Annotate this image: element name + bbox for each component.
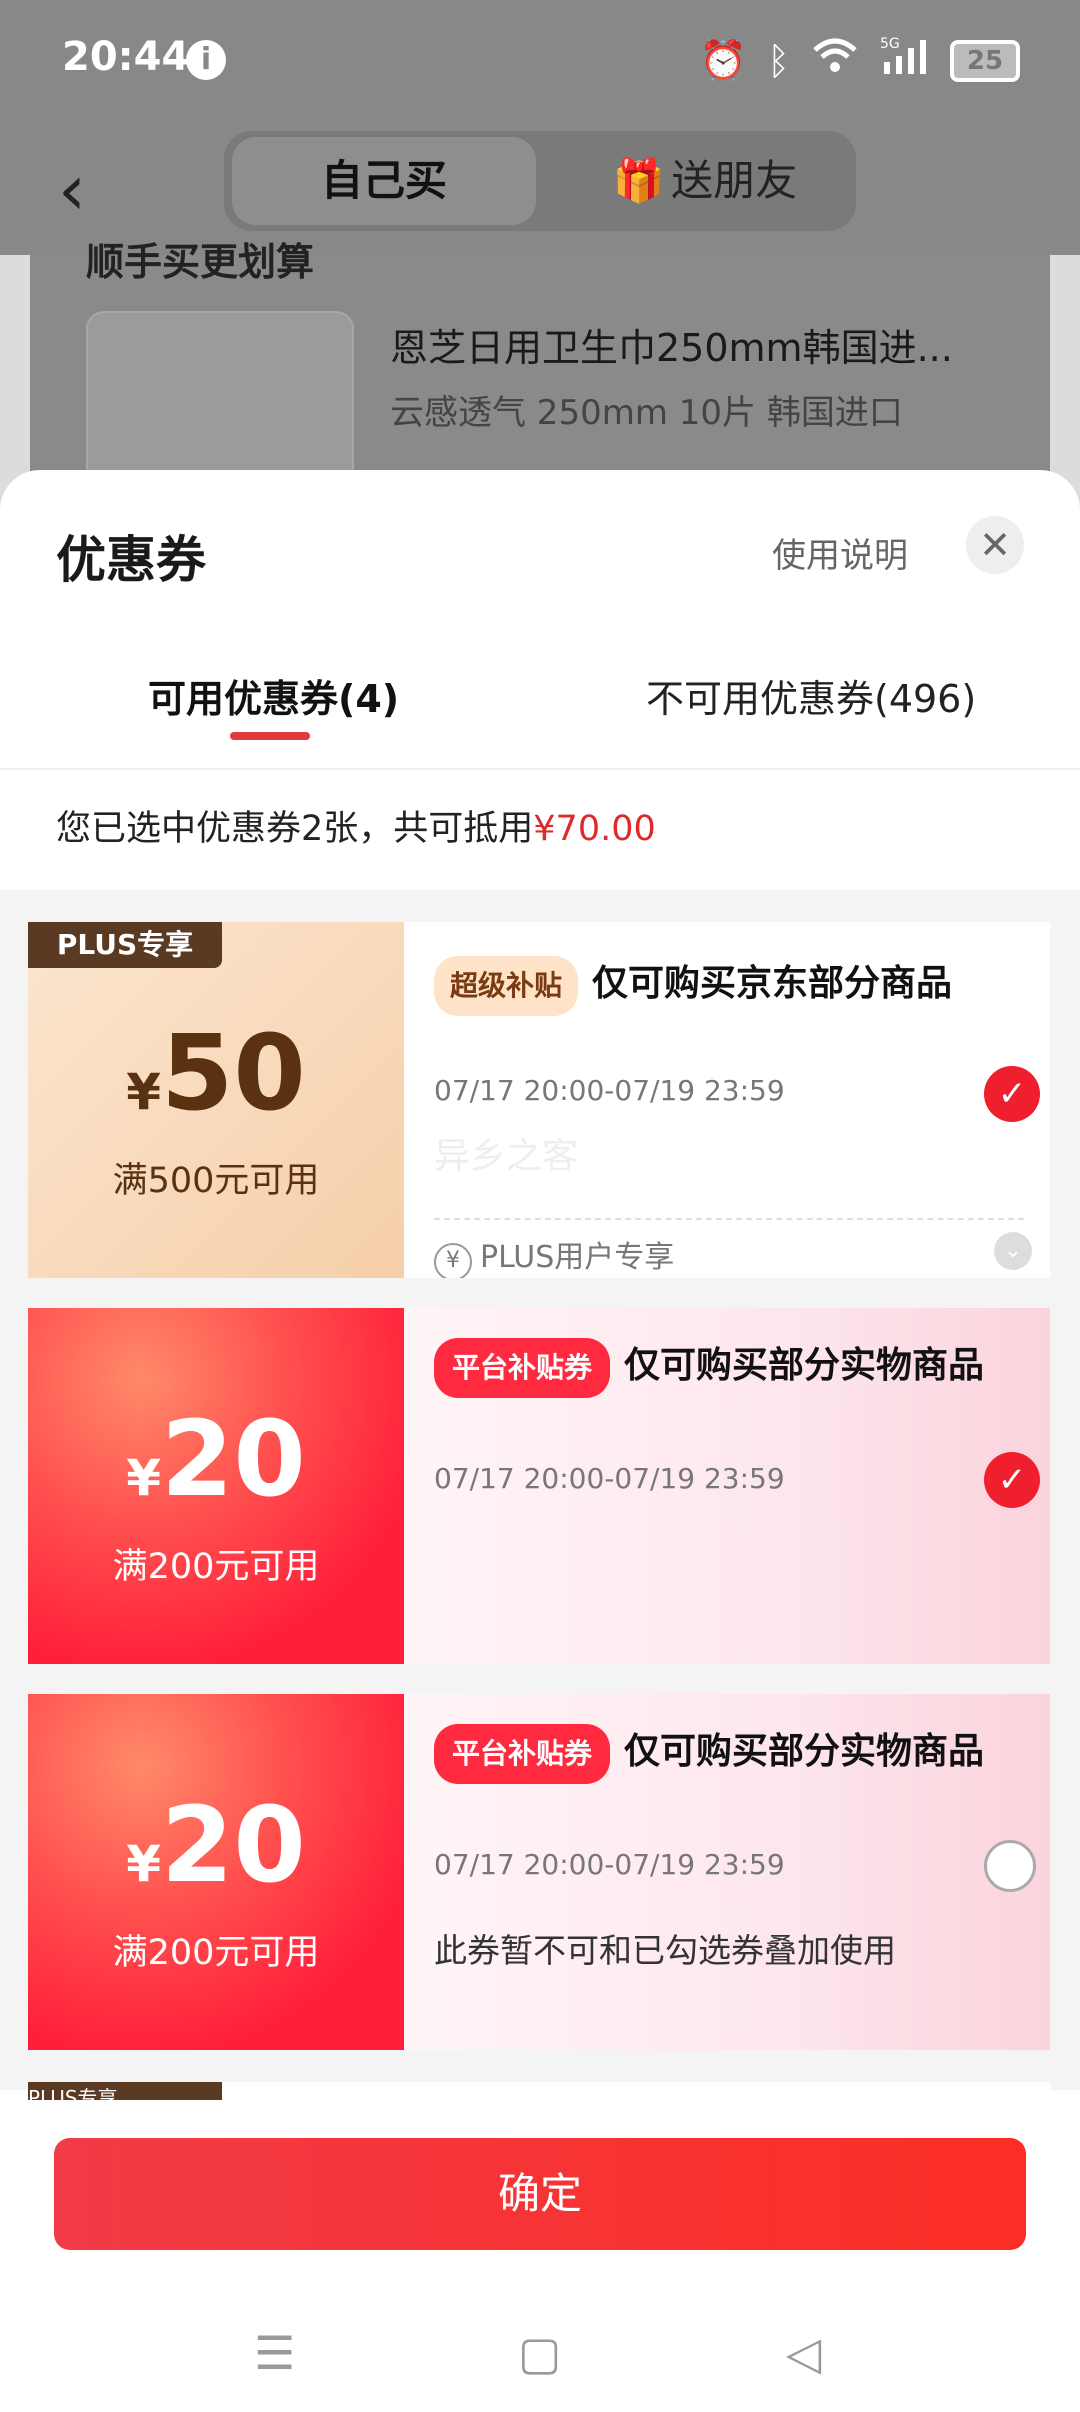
sheet-title: 优惠券 bbox=[56, 531, 206, 589]
coupon-card[interactable]: ¥20 满200元可用 平台补贴券 仅可购买部分实物商品 07/17 20:00-… bbox=[28, 1308, 1050, 1664]
coupon-validity: 07/17 20:00-07/19 23:59 bbox=[434, 1848, 785, 1881]
platform-subsidy-badge: 平台补贴券 bbox=[434, 1338, 611, 1398]
coupon-title-text: 仅可购买部分实物商品 bbox=[624, 1345, 985, 1386]
coupon-checkbox-checked[interactable]: ✓ bbox=[984, 1066, 1040, 1122]
tab-buy-self[interactable]: 自己买 bbox=[232, 137, 536, 225]
platform-subsidy-badge: 平台补贴券 bbox=[434, 1724, 611, 1784]
coupon-checkbox-checked[interactable]: ✓ bbox=[984, 1452, 1040, 1508]
product-name: 恩芝日用卫生巾250mm韩国进... bbox=[390, 326, 953, 370]
coupon-amount: ¥20 bbox=[28, 1398, 404, 1520]
tab-gift-friend-label: 送朋友 bbox=[671, 156, 798, 205]
currency-symbol: ¥ bbox=[126, 1063, 162, 1121]
usage-instructions-link[interactable]: 使用说明 bbox=[772, 528, 908, 577]
svg-text:5G: 5G bbox=[880, 36, 900, 52]
section-title: 顺手买更划算 bbox=[86, 240, 315, 284]
divider bbox=[0, 768, 1080, 770]
coupon-title: 超级补贴 仅可购买京东部分商品 bbox=[434, 956, 994, 1016]
coupon-amount-value: 20 bbox=[161, 1398, 306, 1520]
coupon-title-text: 仅可购买部分实物商品 bbox=[624, 1731, 985, 1772]
selection-summary: 您已选中优惠券2张，共可抵用¥70.00 bbox=[56, 800, 656, 851]
coupon-card[interactable]: ¥20 满200元可用 平台补贴券 仅可购买部分实物商品 07/17 20:00-… bbox=[28, 1694, 1050, 2050]
currency-symbol: ¥ bbox=[126, 1449, 162, 1507]
plus-exclusive-tag: PLUS专享 bbox=[28, 922, 222, 968]
menu-icon[interactable]: ☰ bbox=[254, 2326, 295, 2380]
coupon-amount: ¥20 bbox=[28, 1784, 404, 1906]
back-icon[interactable]: ‹ bbox=[58, 149, 86, 231]
wifi-icon bbox=[810, 36, 860, 85]
status-time: 20:44 bbox=[62, 34, 190, 80]
chevron-down-icon[interactable]: ⌄ bbox=[994, 1232, 1032, 1270]
back-nav-icon[interactable]: ◁ bbox=[786, 2326, 821, 2380]
coupon-condition: 满500元可用 bbox=[112, 1161, 320, 1201]
coupon-condition: 满200元可用 bbox=[112, 1547, 320, 1587]
coupon-info-panel: 平台补贴券 仅可购买部分实物商品 07/17 20:00-07/19 23:59 … bbox=[404, 1308, 1050, 1664]
tab-unavailable-coupons[interactable]: 不可用优惠券(496) bbox=[646, 668, 976, 723]
plus-user-note-text: PLUS用户专享 bbox=[480, 1240, 675, 1275]
battery-icon: 25 bbox=[950, 39, 1020, 82]
info-icon: i bbox=[186, 40, 226, 80]
coupon-value-panel: ¥20 满200元可用 bbox=[28, 1308, 404, 1664]
gift-icon: 🎁 bbox=[612, 156, 666, 205]
coupon-info-panel: 平台补贴券 仅可购买部分实物商品 07/17 20:00-07/19 23:59 … bbox=[404, 1694, 1050, 2050]
coupon-checkbox-unchecked[interactable] bbox=[984, 1840, 1036, 1892]
close-icon[interactable]: ✕ bbox=[966, 516, 1024, 574]
confirm-button[interactable]: 确定 bbox=[54, 2138, 1026, 2250]
home-icon[interactable]: ▢ bbox=[518, 2326, 561, 2380]
coupon-amount-value: 50 bbox=[161, 1012, 306, 1134]
currency-symbol: ¥ bbox=[126, 1835, 162, 1893]
status-bar: 20:44 i ⏰ ᛒ 5G 25 bbox=[0, 0, 1080, 125]
coupon-title-text: 仅可购买京东部分商品 bbox=[592, 963, 953, 1004]
coupon-amount-value: 20 bbox=[161, 1784, 306, 1906]
plus-user-note: ¥ PLUS用户专享 bbox=[434, 1232, 674, 1278]
coupon-condition: 满200元可用 bbox=[112, 1933, 320, 1973]
status-icons: ⏰ ᛒ 5G 25 bbox=[700, 36, 1020, 85]
bluetooth-icon: ᛒ bbox=[767, 38, 790, 83]
coupon-title: 平台补贴券 仅可购买部分实物商品 bbox=[434, 1724, 994, 1784]
tab-available-coupons[interactable]: 可用优惠券(4) bbox=[148, 668, 399, 723]
coupon-card[interactable]: PLUS专享 ¥50 满500元可用 超级补贴 仅可购买京东部分商品 07/17 … bbox=[28, 922, 1050, 1278]
active-tab-indicator bbox=[230, 732, 310, 740]
coupon-title: 平台补贴券 仅可购买部分实物商品 bbox=[434, 1338, 994, 1398]
coupon-value-panel: PLUS专享 ¥50 满500元可用 bbox=[28, 922, 404, 1278]
bottom-bar: 确定 ☰ ▢ ◁ bbox=[0, 2100, 1080, 2412]
coupon-validity: 07/17 20:00-07/19 23:59 bbox=[434, 1074, 785, 1107]
super-subsidy-badge: 超级补贴 bbox=[434, 956, 579, 1016]
plus-exclusive-tag: PLUS专享 bbox=[28, 2082, 222, 2100]
product-spec: 云感透气 250mm 10片 韩国进口 bbox=[390, 393, 903, 433]
signal-icon: 5G bbox=[880, 36, 930, 85]
stacking-restriction-note: 此券暂不可和已勾选券叠加使用 bbox=[434, 1931, 896, 1970]
summary-amount: ¥70.00 bbox=[533, 809, 656, 849]
summary-text: 您已选中优惠券2张，共可抵用 bbox=[56, 809, 534, 849]
coupon-value-panel: ¥20 满200元可用 bbox=[28, 1694, 404, 2050]
yen-circle-icon: ¥ bbox=[434, 1243, 472, 1278]
watermark: 异乡之客 bbox=[434, 1136, 579, 1177]
coupon-info-panel: 超级补贴 仅可购买京东部分商品 07/17 20:00-07/19 23:59 异… bbox=[404, 922, 1050, 1278]
divider bbox=[434, 1218, 1024, 1220]
tab-gift-friend[interactable]: 🎁 送朋友 bbox=[560, 137, 850, 225]
alarm-icon: ⏰ bbox=[699, 38, 748, 82]
coupon-amount: ¥50 bbox=[28, 1012, 404, 1134]
coupon-validity: 07/17 20:00-07/19 23:59 bbox=[434, 1462, 785, 1495]
